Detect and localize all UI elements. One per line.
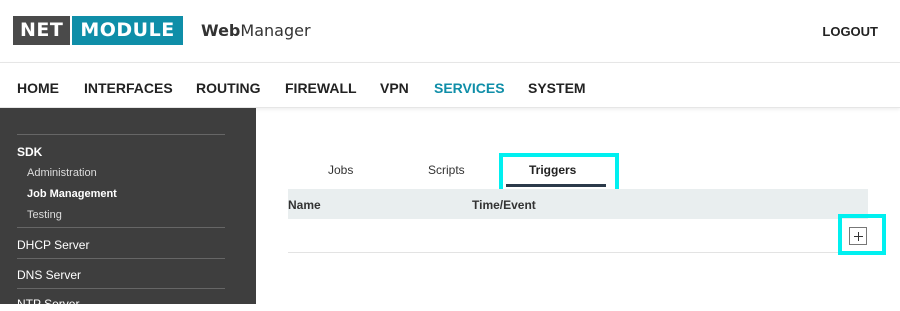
sidebar-item-ntp-server[interactable]: NTP Server: [17, 297, 79, 311]
sidebar-divider: [17, 227, 225, 228]
nav-vpn[interactable]: VPN: [380, 80, 409, 96]
sidebar-item-testing[interactable]: Testing: [27, 209, 62, 221]
nav-routing[interactable]: ROUTING: [196, 80, 261, 96]
nav-firewall[interactable]: FIREWALL: [285, 80, 357, 96]
logo-part-module: MODULE: [72, 16, 183, 45]
column-header-time-event: Time/Event: [472, 198, 536, 212]
app-title: WebManager: [201, 21, 311, 40]
sidebar-item-dns-server[interactable]: DNS Server: [17, 268, 81, 282]
sidebar-item-dhcp-server[interactable]: DHCP Server: [17, 238, 89, 252]
sidebar-item-administration[interactable]: Administration: [27, 167, 97, 179]
table-row-divider: [288, 252, 868, 253]
logout-button[interactable]: LOGOUT: [822, 24, 878, 39]
nav-interfaces[interactable]: INTERFACES: [84, 80, 173, 96]
sidebar-section-sdk[interactable]: SDK: [17, 145, 42, 159]
app-title-rest: Manager: [240, 21, 311, 40]
table-header: [288, 189, 868, 219]
nav-system[interactable]: SYSTEM: [528, 80, 586, 96]
netmodule-logo: NET MODULE: [13, 16, 183, 45]
nav-services[interactable]: SERVICES: [434, 80, 505, 96]
tab-jobs[interactable]: Jobs: [328, 163, 353, 177]
sidebar-divider: [17, 258, 225, 259]
logo-part-net: NET: [13, 16, 71, 45]
sidebar: SDK Administration Job Management Testin…: [0, 108, 256, 311]
sidebar-divider: [17, 134, 225, 135]
column-header-name: Name: [288, 198, 321, 212]
sidebar-item-job-management[interactable]: Job Management: [27, 188, 117, 200]
nav-home[interactable]: HOME: [17, 80, 59, 96]
sidebar-divider: [17, 288, 225, 289]
add-button-highlight: [838, 214, 886, 255]
header: NET MODULE WebManager LOGOUT: [0, 0, 900, 62]
tab-scripts[interactable]: Scripts: [428, 163, 465, 177]
app-title-bold: Web: [201, 21, 241, 40]
main-nav: HOME INTERFACES ROUTING FIREWALL VPN SER…: [0, 62, 900, 108]
